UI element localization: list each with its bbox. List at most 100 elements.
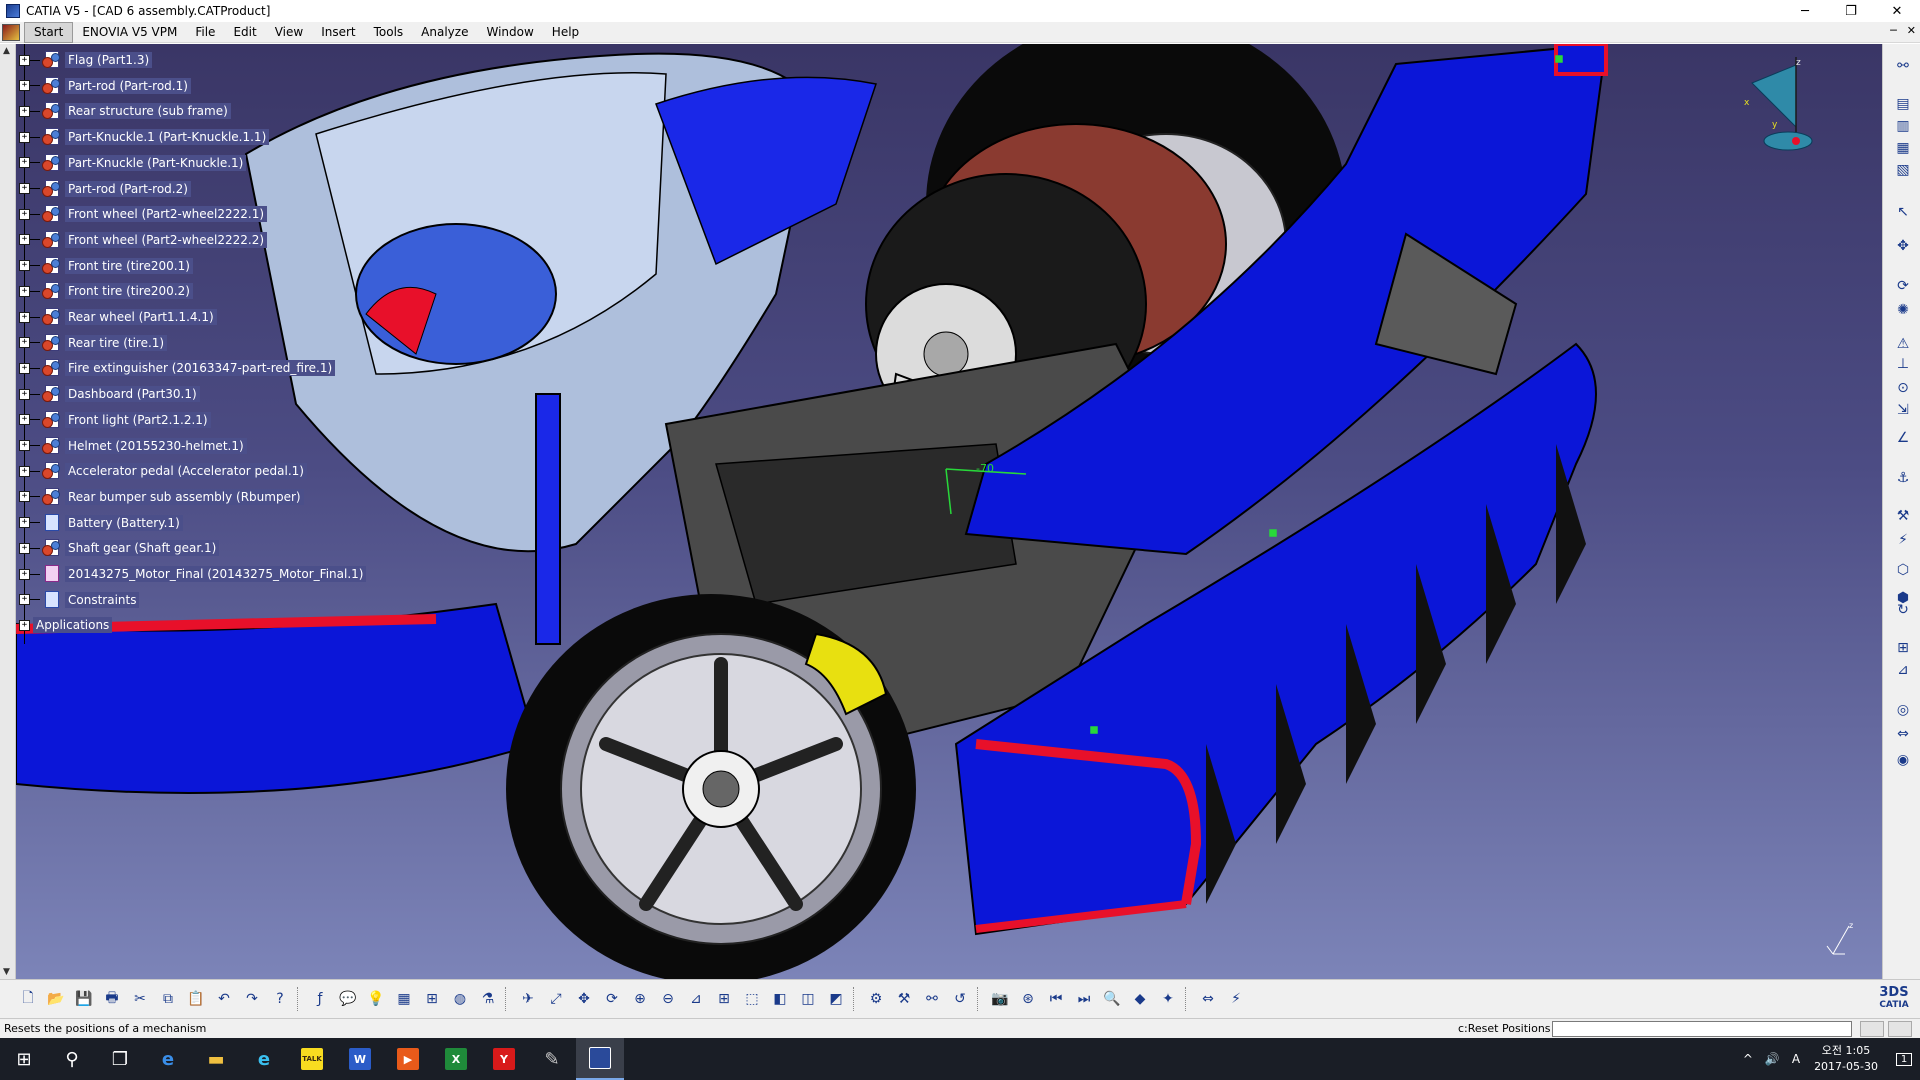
explode-icon[interactable]: ✺: [1893, 300, 1913, 320]
menu-view[interactable]: View: [266, 23, 312, 42]
status-button-1[interactable]: [1860, 1021, 1884, 1037]
tree-item-label[interactable]: Dashboard (Part30.1): [65, 386, 200, 403]
fit-all-icon[interactable]: ⤢: [544, 987, 568, 1011]
scroll-down-icon[interactable]: ▼: [3, 967, 10, 977]
camera-icon[interactable]: 📷: [988, 987, 1012, 1011]
menu-start[interactable]: Start: [24, 21, 74, 43]
tree-item-label[interactable]: Helmet (20155230-helmet.1): [65, 437, 247, 454]
tree-item-label[interactable]: Rear structure (sub frame): [65, 103, 231, 120]
assembly-constraint-icon[interactable]: ⚯: [1893, 56, 1913, 76]
command-input[interactable]: [1552, 1021, 1852, 1037]
expand-plus-icon[interactable]: +: [19, 54, 30, 66]
constraints-icon[interactable]: [42, 513, 62, 533]
tree-item[interactable]: + Rear tire (tire.1): [16, 330, 168, 356]
tree-item-label[interactable]: Rear wheel (Part1.1.4.1): [65, 309, 217, 325]
close-button[interactable]: ✕: [1874, 0, 1920, 22]
expand-plus-icon[interactable]: +: [19, 260, 30, 272]
catia-taskbar-icon[interactable]: [576, 1038, 624, 1080]
tree-item[interactable]: + Part-rod (Part-rod.2): [16, 176, 191, 202]
media-player-icon[interactable]: ▶: [384, 1038, 432, 1080]
file-explorer-icon[interactable]: ▬: [192, 1038, 240, 1080]
tree-item[interactable]: + Front light (Part2.1.2.1): [16, 407, 211, 433]
expand-plus-icon[interactable]: +: [19, 568, 30, 580]
fix-icon[interactable]: ⚓: [1893, 468, 1913, 488]
tree-item-label[interactable]: Part-Knuckle (Part-Knuckle.1): [65, 154, 247, 171]
table-icon[interactable]: ▦: [392, 987, 416, 1011]
formula-icon[interactable]: ƒ: [308, 987, 332, 1011]
clash-icon[interactable]: ⚡: [1224, 987, 1248, 1011]
tree-item[interactable]: + Applications: [16, 612, 113, 638]
distance-icon[interactable]: ⇔: [1196, 987, 1220, 1011]
task-view-icon[interactable]: ❐: [96, 1038, 144, 1080]
constraints-icon[interactable]: [42, 590, 62, 610]
rotate-icon[interactable]: ⟳: [600, 987, 624, 1011]
menu-tools[interactable]: Tools: [365, 23, 413, 42]
expand-plus-icon[interactable]: +: [19, 517, 30, 529]
expand-plus-icon[interactable]: +: [19, 594, 30, 606]
part-icon[interactable]: [42, 487, 62, 507]
part-icon[interactable]: [42, 76, 62, 96]
tree-item[interactable]: + Battery (Battery.1): [16, 510, 183, 536]
menu-window[interactable]: Window: [477, 23, 542, 42]
update-icon[interactable]: ↻: [1893, 600, 1913, 620]
tree-item-label[interactable]: Rear tire (tire.1): [65, 334, 168, 351]
quick-constraint-icon[interactable]: ⚡: [1893, 530, 1913, 550]
part-icon[interactable]: [42, 127, 62, 147]
internet-explorer-icon[interactable]: e: [240, 1038, 288, 1080]
expand-plus-icon[interactable]: +: [19, 285, 30, 297]
ime-indicator[interactable]: A: [1792, 1052, 1800, 1066]
tree-item-label[interactable]: Fire extinguisher (20163347-part-red_fir…: [65, 360, 336, 377]
lamp-icon[interactable]: 💡: [364, 987, 388, 1011]
tree-item-label[interactable]: Part-Knuckle.1 (Part-Knuckle.1.1): [65, 129, 270, 146]
tree-item[interactable]: + Helmet (20155230-helmet.1): [16, 433, 247, 459]
tree-item-label[interactable]: Front wheel (Part2-wheel2222.1): [65, 206, 268, 223]
existing-component-icon[interactable]: ▦: [1893, 138, 1913, 158]
snap-icon[interactable]: ⟳: [1893, 276, 1913, 296]
part-icon[interactable]: [42, 153, 62, 173]
tree-item-label[interactable]: Battery (Battery.1): [65, 514, 183, 531]
app-y-icon[interactable]: Y: [480, 1038, 528, 1080]
contact-icon[interactable]: ⊙: [1893, 378, 1913, 398]
tree-item-label[interactable]: Front tire (tire200.2): [65, 283, 193, 300]
tree-item[interactable]: + Part-Knuckle.1 (Part-Knuckle.1.1): [16, 124, 270, 150]
tree-item-label[interactable]: Accelerator pedal (Accelerator pedal.1): [65, 463, 307, 480]
excel-icon[interactable]: X: [432, 1038, 480, 1080]
shading-icon[interactable]: ◧: [768, 987, 792, 1011]
zoom-out-icon[interactable]: ⊖: [656, 987, 680, 1011]
simulation-icon[interactable]: ⚙: [864, 987, 888, 1011]
tree-item-label[interactable]: Part-rod (Part-rod.2): [65, 180, 191, 197]
expand-plus-icon[interactable]: +: [19, 542, 30, 554]
mechanism-icon[interactable]: ⚒: [892, 987, 916, 1011]
tree-item[interactable]: + Rear wheel (Part1.1.4.1): [16, 304, 217, 330]
undo-icon[interactable]: ↶: [212, 987, 236, 1011]
tree-item-label[interactable]: Rear bumper sub assembly (Rbumper): [65, 488, 304, 505]
document-minimize-button[interactable]: ─: [1890, 24, 1897, 37]
bill-of-material-icon[interactable]: ⊞: [1893, 638, 1913, 658]
camera-icon[interactable]: ◉: [1893, 750, 1913, 770]
minimize-button[interactable]: ─: [1782, 0, 1828, 22]
tree-item[interactable]: + Fire extinguisher (20163347-part-red_fi…: [16, 355, 336, 381]
expand-plus-icon[interactable]: +: [19, 105, 30, 117]
compass-icon[interactable]: z x y: [1738, 55, 1818, 165]
light-icon[interactable]: ✦: [1156, 987, 1180, 1011]
expand-plus-icon[interactable]: +: [19, 388, 30, 400]
menu-file[interactable]: File: [186, 23, 224, 42]
tree-item[interactable]: + Flag (Part1.3): [16, 47, 153, 73]
flexible-icon[interactable]: ⬡: [1893, 560, 1913, 580]
reset-positions-icon[interactable]: ↺: [948, 987, 972, 1011]
joint-icon[interactable]: ⚯: [920, 987, 944, 1011]
menu-insert[interactable]: Insert: [312, 23, 364, 42]
tree-item-label[interactable]: Front tire (tire200.1): [65, 257, 193, 274]
manipulate-icon[interactable]: ✥: [1893, 236, 1913, 256]
sectioning-icon[interactable]: ◎: [1893, 700, 1913, 720]
part-icon[interactable]: [42, 436, 62, 456]
paste-icon[interactable]: 📋: [184, 987, 208, 1011]
tree-scroll-strip[interactable]: ▲ ▼: [0, 44, 16, 979]
clash-icon[interactable]: ⚠: [1893, 334, 1913, 354]
part-icon[interactable]: ▧: [1893, 160, 1913, 180]
tree-item-label[interactable]: Part-rod (Part-rod.1): [65, 77, 191, 94]
expand-plus-icon[interactable]: +: [19, 131, 30, 143]
part-icon[interactable]: [42, 384, 62, 404]
rewind-icon[interactable]: ⏮: [1044, 987, 1068, 1011]
redo-icon[interactable]: ↷: [240, 987, 264, 1011]
